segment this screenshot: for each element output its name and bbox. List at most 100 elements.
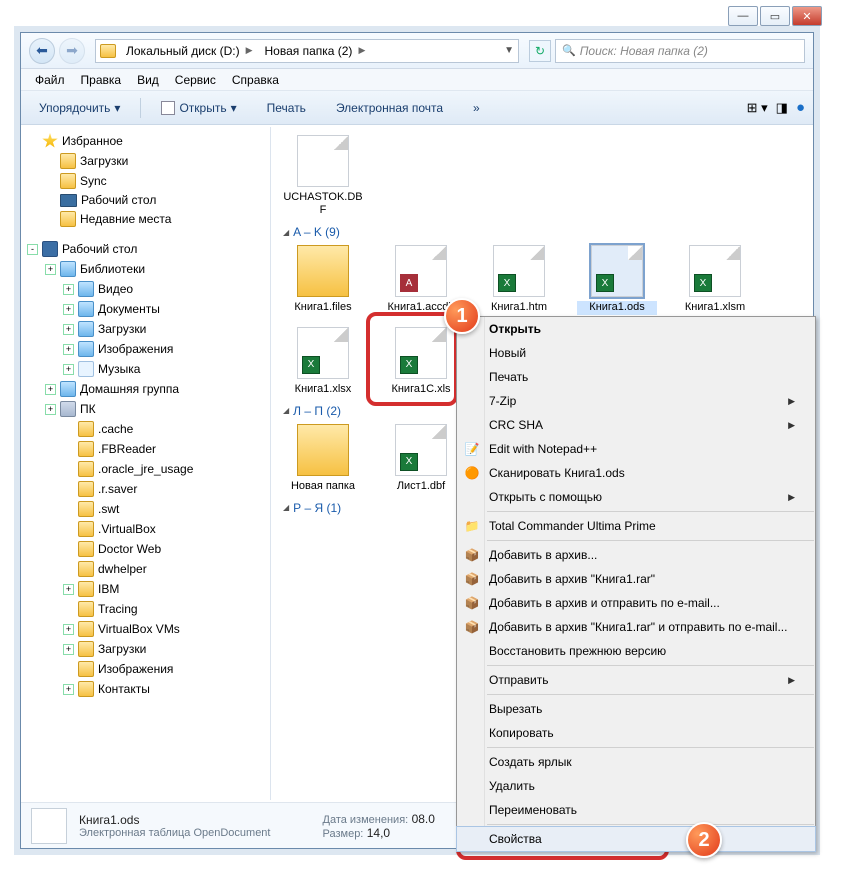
context-menu-item[interactable]: Печать — [457, 365, 815, 389]
tree-item[interactable]: +Музыка — [27, 359, 270, 379]
context-menu-item[interactable]: Создать ярлык — [457, 750, 815, 774]
expand-icon[interactable]: + — [63, 304, 74, 315]
breadcrumb[interactable]: Локальный диск (D:)▶ — [120, 44, 258, 58]
context-menu-item[interactable]: 📝Edit with Notepad++ — [457, 437, 815, 461]
tree-item[interactable]: +Загрузки — [27, 639, 270, 659]
tree-item[interactable]: .FBReader — [27, 439, 270, 459]
tree-item[interactable]: +Контакты — [27, 679, 270, 699]
search-input[interactable]: Поиск: Новая папка (2) — [555, 39, 805, 63]
expand-icon[interactable]: + — [63, 584, 74, 595]
refresh-button[interactable]: ↻ — [529, 40, 551, 62]
expand-icon[interactable]: + — [63, 324, 74, 335]
expand-icon[interactable]: + — [63, 344, 74, 355]
tree-item[interactable]: +Библиотеки — [27, 259, 270, 279]
context-menu-item[interactable]: CRC SHA▶ — [457, 413, 815, 437]
tree-item[interactable]: Sync — [27, 171, 270, 191]
tree-item[interactable]: +IBM — [27, 579, 270, 599]
tree-item[interactable]: .oracle_jre_usage — [27, 459, 270, 479]
context-menu-item[interactable]: Новый — [457, 341, 815, 365]
context-menu-item[interactable]: Вырезать — [457, 697, 815, 721]
nav-tree[interactable]: ИзбранноеЗагрузкиSyncРабочий столНедавни… — [21, 127, 271, 800]
group-header[interactable]: A – K (9) — [283, 225, 801, 239]
tree-item[interactable]: +Загрузки — [27, 319, 270, 339]
back-button[interactable]: ⬅ — [29, 38, 55, 64]
expand-icon[interactable]: + — [63, 684, 74, 695]
organize-button[interactable]: Упорядочить ▾ — [29, 97, 130, 119]
file-icon — [297, 424, 349, 476]
expand-icon[interactable]: + — [45, 404, 56, 415]
minimize-button[interactable]: — — [728, 6, 758, 26]
file-icon: X — [395, 424, 447, 476]
file-item[interactable]: XЛист1.dbf — [381, 424, 461, 493]
file-item[interactable]: XКнига1.xlsm — [675, 245, 755, 314]
tree-item[interactable]: .VirtualBox — [27, 519, 270, 539]
tree-item[interactable]: -Рабочий стол — [27, 239, 270, 259]
context-menu-item[interactable]: Открыть с помощью▶ — [457, 485, 815, 509]
context-menu-item[interactable]: 📦Добавить в архив "Книга1.rar" — [457, 567, 815, 591]
preview-pane-icon[interactable]: ◨ — [776, 100, 788, 116]
breadcrumb[interactable]: Новая папка (2)▶ — [258, 44, 371, 58]
expand-icon[interactable]: + — [63, 644, 74, 655]
tree-item[interactable]: +Домашняя группа — [27, 379, 270, 399]
context-menu-item[interactable]: 📦Добавить в архив "Книга1.rar" и отправи… — [457, 615, 815, 639]
expand-icon[interactable]: + — [63, 624, 74, 635]
tree-item[interactable]: .cache — [27, 419, 270, 439]
context-menu-item[interactable]: 📦Добавить в архив... — [457, 543, 815, 567]
tree-item[interactable]: dwhelper — [27, 559, 270, 579]
expand-icon[interactable]: + — [63, 364, 74, 375]
tree-item[interactable]: .r.saver — [27, 479, 270, 499]
tree-item[interactable]: +Документы — [27, 299, 270, 319]
close-button[interactable]: ✕ — [792, 6, 822, 26]
file-item[interactable]: XКнига1.ods — [577, 245, 657, 314]
open-button[interactable]: Открыть ▾ — [151, 97, 246, 119]
context-menu-item[interactable]: Копировать — [457, 721, 815, 745]
tree-item[interactable]: Загрузки — [27, 151, 270, 171]
expand-icon[interactable]: - — [27, 244, 38, 255]
menu-edit[interactable]: Правка — [73, 71, 130, 89]
context-menu[interactable]: ОткрытьНовыйПечать7-Zip▶CRC SHA▶📝Edit wi… — [456, 316, 816, 852]
context-menu-item[interactable]: 🟠Сканировать Книга1.ods — [457, 461, 815, 485]
context-menu-item[interactable]: 7-Zip▶ — [457, 389, 815, 413]
tree-item[interactable]: Рабочий стол — [27, 191, 270, 209]
context-menu-item[interactable]: 📁Total Commander Ultima Prime — [457, 514, 815, 538]
print-button[interactable]: Печать — [257, 97, 316, 119]
more-button[interactable]: » — [463, 97, 490, 119]
menu-file[interactable]: Файл — [27, 71, 73, 89]
context-menu-item[interactable]: Переименовать — [457, 798, 815, 822]
menu-help[interactable]: Справка — [224, 71, 287, 89]
tree-item[interactable]: +Видео — [27, 279, 270, 299]
tree-item[interactable]: +Изображения — [27, 339, 270, 359]
context-menu-item[interactable]: Отправить▶ — [457, 668, 815, 692]
expand-icon[interactable]: + — [45, 264, 56, 275]
expand-icon[interactable]: + — [63, 284, 74, 295]
view-icon[interactable]: ⊞ ▾ — [747, 100, 768, 116]
context-menu-item[interactable]: 📦Добавить в архив и отправить по e-mail.… — [457, 591, 815, 615]
file-item[interactable]: Книга1.files — [283, 245, 363, 314]
menu-tools[interactable]: Сервис — [167, 71, 224, 89]
expand-icon[interactable]: + — [45, 384, 56, 395]
file-item[interactable]: UCHASTOK.DBF — [283, 135, 363, 217]
forward-button[interactable]: ➡ — [59, 38, 85, 64]
file-item[interactable]: XКнига1C.xls — [381, 327, 461, 396]
tree-label: .swt — [98, 502, 119, 516]
menu-view[interactable]: Вид — [129, 71, 167, 89]
file-item[interactable]: Новая папка — [283, 424, 363, 493]
tree-item[interactable]: Изображения — [27, 659, 270, 679]
email-button[interactable]: Электронная почта — [326, 97, 453, 119]
tree-item[interactable]: Doctor Web — [27, 539, 270, 559]
context-menu-item[interactable]: Восстановить прежнюю версию — [457, 639, 815, 663]
help-icon[interactable]: ● — [796, 99, 805, 116]
tree-item[interactable]: +VirtualBox VMs — [27, 619, 270, 639]
tree-item[interactable]: Tracing — [27, 599, 270, 619]
tree-item[interactable]: .swt — [27, 499, 270, 519]
tree-item[interactable]: Недавние места — [27, 209, 270, 229]
context-menu-item[interactable]: Удалить — [457, 774, 815, 798]
context-menu-item[interactable]: Свойства — [457, 827, 815, 851]
maximize-button[interactable]: ▭ — [760, 6, 790, 26]
address-bar[interactable]: Локальный диск (D:)▶ Новая папка (2)▶ ▼ — [95, 39, 519, 63]
tree-item[interactable]: Избранное — [27, 131, 270, 151]
context-menu-item[interactable]: Открыть — [457, 317, 815, 341]
file-item[interactable]: XКнига1.htm — [479, 245, 559, 314]
file-item[interactable]: XКнига1.xlsx — [283, 327, 363, 396]
tree-item[interactable]: +ПК — [27, 399, 270, 419]
